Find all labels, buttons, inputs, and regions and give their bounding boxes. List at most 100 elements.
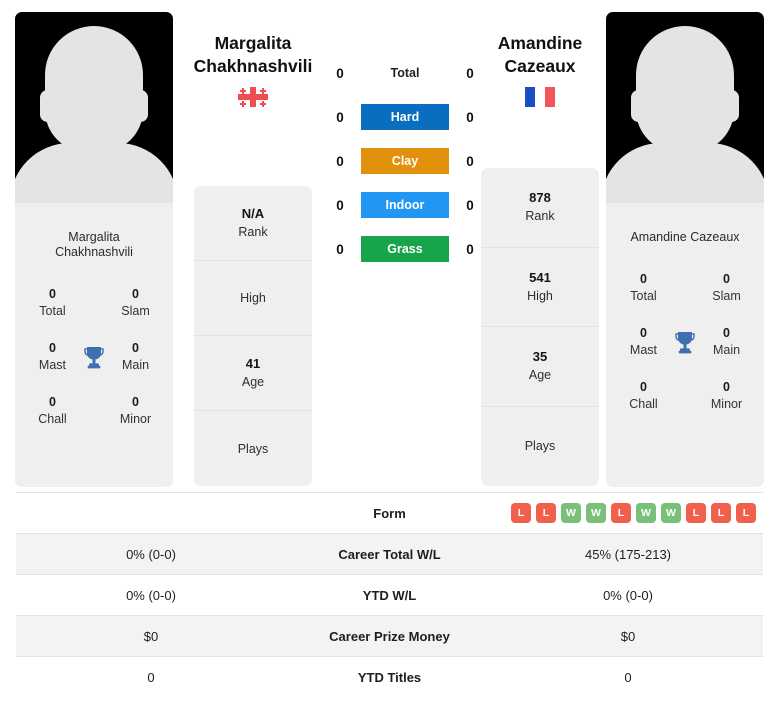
status-badge[interactable]: L — [686, 503, 706, 523]
player-titles-left: 0 Total 0 Slam 0 Mast 0 Main 0 Chall 0 M… — [15, 260, 173, 487]
titles-row-chall-minor-right: 0 Chall 0 Minor — [606, 369, 764, 423]
stat-minor-right-value: 0 — [723, 380, 730, 394]
cell-label-career-total-w-l: Career Total W/L — [286, 533, 493, 575]
rank-cell-high-right: 541 High — [481, 248, 599, 327]
player-name-left-line2: Chakhnashvili — [193, 56, 313, 76]
plays-label-left: Plays — [237, 441, 269, 456]
status-badge[interactable]: W — [561, 503, 581, 523]
high-value-right: 541 — [529, 269, 551, 285]
age-label-right: Age — [528, 368, 552, 383]
player-headline-left: Margalita Chakhnashvili — [163, 32, 343, 107]
status-badge[interactable]: W — [636, 503, 656, 523]
age-value-right: 35 — [532, 349, 548, 365]
stat-total-left-label: Total — [39, 304, 66, 318]
high-label-left: High — [240, 291, 266, 305]
stat-mast-right: 0 Mast — [618, 325, 669, 359]
stat-main-right: 0 Main — [701, 325, 752, 359]
surface-total-left-value: 0 — [336, 65, 344, 81]
surface-total-right-value: 0 — [466, 65, 474, 81]
rank-card-right: 878 Rank 541 High 35 Age Plays — [481, 168, 599, 486]
surface-row-grass: 0 Grass 0 — [330, 236, 480, 262]
player-titles-right: 0 Total 0 Slam 0 Mast 0 Main 0 Chall 0 M… — [606, 245, 764, 487]
status-badge[interactable]: L — [711, 503, 731, 523]
rank-cell-age-right: 35 Age — [481, 327, 599, 407]
surface-indoor-bar[interactable]: Indoor — [361, 192, 449, 218]
surface-hard-right-value: 0 — [466, 109, 474, 125]
stat-chall-left: 0 Chall — [27, 394, 78, 428]
cell-right-form: LLWWLWWLLL — [493, 492, 763, 534]
surface-row-clay: 0 Clay 0 — [330, 148, 480, 174]
titles-row-mast-main-left: 0 Mast 0 Main — [15, 330, 173, 384]
avatar-ear-left-icon — [631, 90, 646, 122]
cell-left-career-total-w-l: 0% (0-0) — [16, 533, 286, 575]
player-card-name-left: Margalita Chakhnashvili — [15, 217, 173, 260]
age-value-left: 41 — [245, 356, 261, 371]
player-name-right-line1: Amandine — [497, 33, 583, 53]
cell-left-ytd-w-l: 0% (0-0) — [16, 574, 286, 616]
surface-row-total: 0 Total 0 — [330, 60, 480, 86]
surface-grass-left-value: 0 — [336, 241, 344, 257]
surface-grass-bar[interactable]: Grass — [361, 236, 449, 262]
table-row: 0% (0-0) YTD W/L 0% (0-0) — [16, 574, 763, 616]
stat-slam-left-value: 0 — [132, 287, 139, 301]
player-card-left[interactable]: Margalita Chakhnashvili 0 Total 0 Slam 0… — [15, 12, 173, 487]
surface-total-bar[interactable]: Total — [361, 60, 449, 86]
status-badge[interactable]: L — [511, 503, 531, 523]
comparison-header-section: Margalita Chakhnashvili 0 Total 0 Slam 0… — [0, 0, 779, 492]
status-badge[interactable]: W — [586, 503, 606, 523]
rank-cell-rank-right: 878 Rank — [481, 168, 599, 248]
rank-cell-plays-right: Plays — [481, 407, 599, 487]
stat-chall-left-value: 0 — [49, 395, 56, 409]
cell-right-career-prize-money: $0 — [493, 615, 763, 657]
surface-clay-bar[interactable]: Clay — [361, 148, 449, 174]
stat-main-left-label: Main — [121, 358, 150, 372]
rank-cell-high-left: High — [194, 261, 312, 336]
cell-label-ytd-titles: YTD Titles — [286, 656, 493, 698]
stat-main-right-label: Main — [712, 343, 741, 357]
table-row: Form L L W W L W W L L L — [16, 492, 763, 534]
surface-hard-bar[interactable]: Hard — [361, 104, 449, 130]
surface-titles-comparison: 0 Total 0 0 Hard 0 0 Clay 0 0 Indoor 0 0 Grass 0 — [330, 60, 480, 280]
stat-main-left-value: 0 — [132, 341, 139, 355]
status-badge[interactable]: W — [661, 503, 681, 523]
player-name-left-line1: Margalita — [214, 33, 292, 53]
surface-row-hard: 0 Hard 0 — [330, 104, 480, 130]
stat-total-left-value: 0 — [49, 287, 56, 301]
high-label-right: High — [527, 288, 553, 303]
georgia-flag-icon — [238, 87, 268, 107]
status-badge[interactable]: L — [536, 503, 556, 523]
titles-row-mast-main-right: 0 Mast 0 Main — [606, 315, 764, 369]
stat-chall-left-label: Chall — [38, 412, 67, 426]
titles-row-total-slam-left: 0 Total 0 Slam — [15, 276, 173, 330]
player-photo-left — [15, 12, 173, 217]
surface-indoor-right-value: 0 — [466, 197, 474, 213]
stat-slam-right: 0 Slam — [701, 271, 752, 305]
player-card-name-left-line2: Chakhnashvili — [55, 245, 133, 259]
rank-cell-rank-left: N/A Rank — [194, 186, 312, 261]
table-row: 0 YTD Titles 0 — [16, 656, 763, 698]
stat-minor-right-label: Minor — [710, 397, 743, 411]
table-row: 0% (0-0) Career Total W/L 45% (175-213) — [16, 533, 763, 575]
photo-fade — [606, 203, 764, 217]
rank-value-right: 878 — [529, 190, 551, 206]
plays-label-right: Plays — [524, 439, 556, 454]
trophy-icon — [78, 345, 110, 369]
stat-minor-left-value: 0 — [132, 395, 139, 409]
stat-mast-left-label: Mast — [38, 358, 67, 372]
status-badge[interactable]: L — [611, 503, 631, 523]
cell-label-career-prize-money: Career Prize Money — [286, 615, 493, 657]
player-card-name-left-line1: Margalita — [68, 230, 120, 244]
surface-clay-left-value: 0 — [336, 153, 344, 169]
stat-minor-left-label: Minor — [119, 412, 152, 426]
rank-cell-plays-left: Plays — [194, 411, 312, 486]
form-badges-right: LLWWLWWLLL — [493, 503, 763, 523]
stat-chall-right-label: Chall — [629, 397, 658, 411]
cell-right-ytd-w-l: 0% (0-0) — [493, 574, 763, 616]
status-badge[interactable]: L — [736, 503, 756, 523]
rank-value-left: N/A — [241, 206, 265, 221]
surface-grass-right-value: 0 — [466, 241, 474, 257]
stat-total-right-value: 0 — [640, 272, 647, 286]
cell-left-ytd-titles: 0 — [16, 656, 286, 698]
rank-card-left: N/A Rank High 41 Age Plays — [194, 186, 312, 486]
titles-row-chall-minor-left: 0 Chall 0 Minor — [15, 384, 173, 438]
